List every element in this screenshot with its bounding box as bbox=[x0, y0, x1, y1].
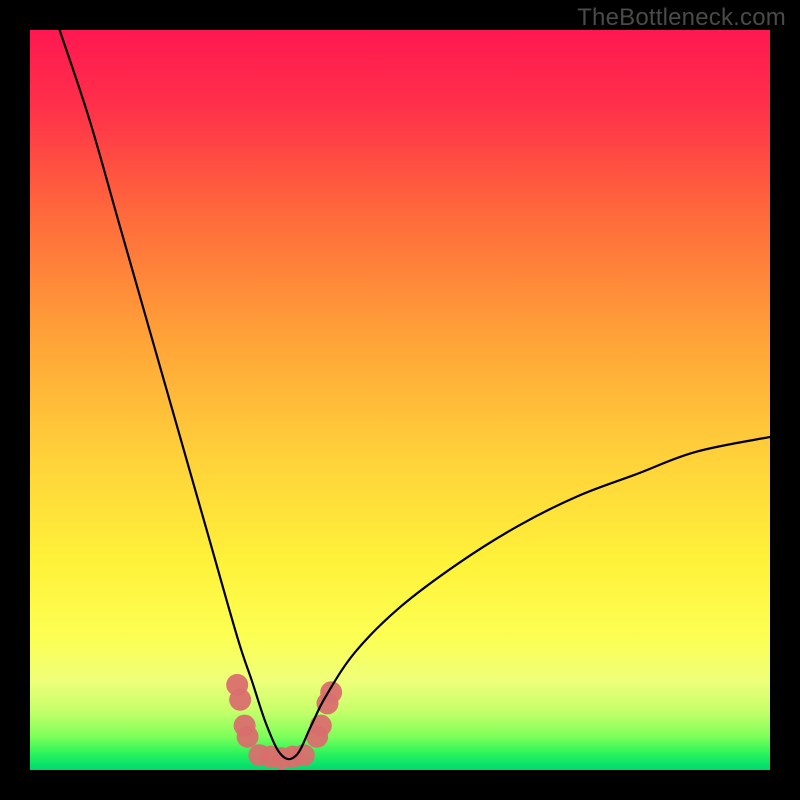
curve-marker bbox=[229, 689, 251, 711]
curve-marker bbox=[237, 726, 259, 748]
chart-frame: TheBottleneck.com bbox=[0, 0, 800, 800]
watermark-text: TheBottleneck.com bbox=[577, 4, 786, 32]
curve-marker bbox=[310, 715, 332, 737]
plot-background bbox=[30, 30, 770, 770]
bottleneck-chart bbox=[30, 30, 770, 770]
